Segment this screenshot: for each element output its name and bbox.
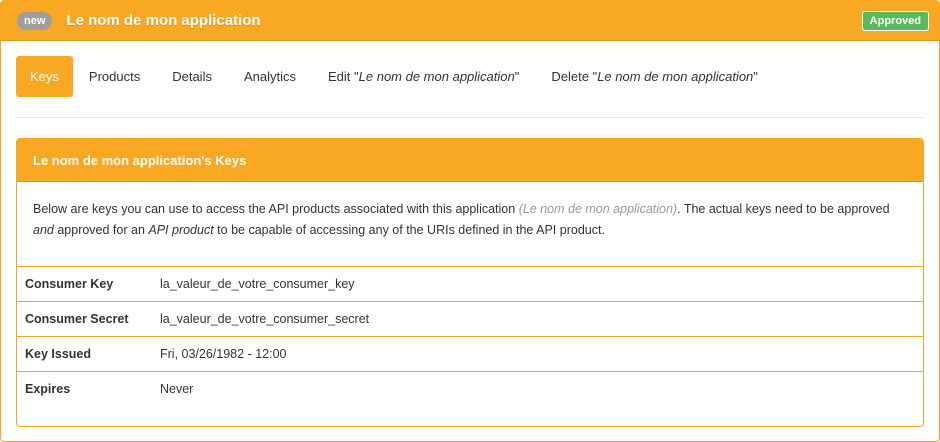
desc-and: and	[33, 223, 54, 237]
tab-edit-prefix: Edit "	[328, 69, 359, 84]
table-row: Expires Never	[17, 372, 923, 407]
tab-delete-suffix: "	[753, 69, 758, 84]
tab-keys[interactable]: Keys	[16, 56, 73, 97]
tab-edit-app-name: Le nom de mon application	[358, 69, 515, 84]
desc-text-1: Below are keys you can use to access the…	[33, 202, 519, 216]
table-row: Consumer Secret la_valeur_de_votre_consu…	[17, 301, 923, 337]
title-bar: new Le nom de mon application Approved	[1, 1, 939, 41]
consumer-key-value: la_valeur_de_votre_consumer_key	[152, 266, 923, 302]
tab-delete-prefix: Delete "	[551, 69, 598, 84]
desc-text-2: . The actual keys need to be approved	[677, 202, 890, 216]
desc-app-name: (Le nom de mon application)	[518, 202, 678, 216]
app-title: Le nom de mon application	[66, 12, 261, 29]
status-badge: Approved	[861, 11, 929, 31]
row-label: Expires	[25, 382, 71, 397]
expires-value: Never	[160, 382, 194, 397]
desc-api-product: API product	[148, 223, 214, 237]
desc-text-3: approved for an	[53, 223, 149, 237]
row-label: Consumer Key	[17, 266, 152, 302]
keys-table: Consumer Key la_valeur_de_votre_consumer…	[17, 266, 923, 407]
new-badge: new	[17, 11, 53, 30]
panel-description: Below are keys you can use to access the…	[17, 182, 923, 266]
tab-delete-app-name: Le nom de mon application	[597, 69, 754, 84]
tab-edit-suffix: "	[514, 69, 520, 84]
table-row: Consumer Key la_valeur_de_votre_consumer…	[17, 266, 923, 302]
desc-text-4: to be capable of accessing any of the UR…	[213, 223, 605, 237]
row-label: Key Issued	[17, 336, 152, 372]
tab-edit[interactable]: Edit "Le nom de mon application"	[312, 56, 535, 97]
consumer-secret-value: la_valeur_de_votre_consumer_secret	[152, 301, 923, 337]
tab-delete[interactable]: Delete "Le nom de mon application"	[535, 56, 774, 97]
row-label: Consumer Secret	[17, 301, 152, 337]
key-issued-value: Fri, 03/26/1982 - 12:00	[152, 336, 923, 372]
tab-bar: Keys Products Details Analytics Edit "Le…	[16, 56, 924, 118]
tab-analytics[interactable]: Analytics	[228, 56, 312, 97]
panel-heading: Le nom de mon application's Keys	[17, 139, 923, 182]
keys-panel: Le nom de mon application's Keys Below a…	[16, 138, 924, 427]
tab-products[interactable]: Products	[73, 56, 156, 97]
table-row: Key Issued Fri, 03/26/1982 - 12:00	[17, 336, 923, 372]
tab-details[interactable]: Details	[156, 56, 228, 97]
application-card: new Le nom de mon application Approved K…	[0, 0, 940, 442]
